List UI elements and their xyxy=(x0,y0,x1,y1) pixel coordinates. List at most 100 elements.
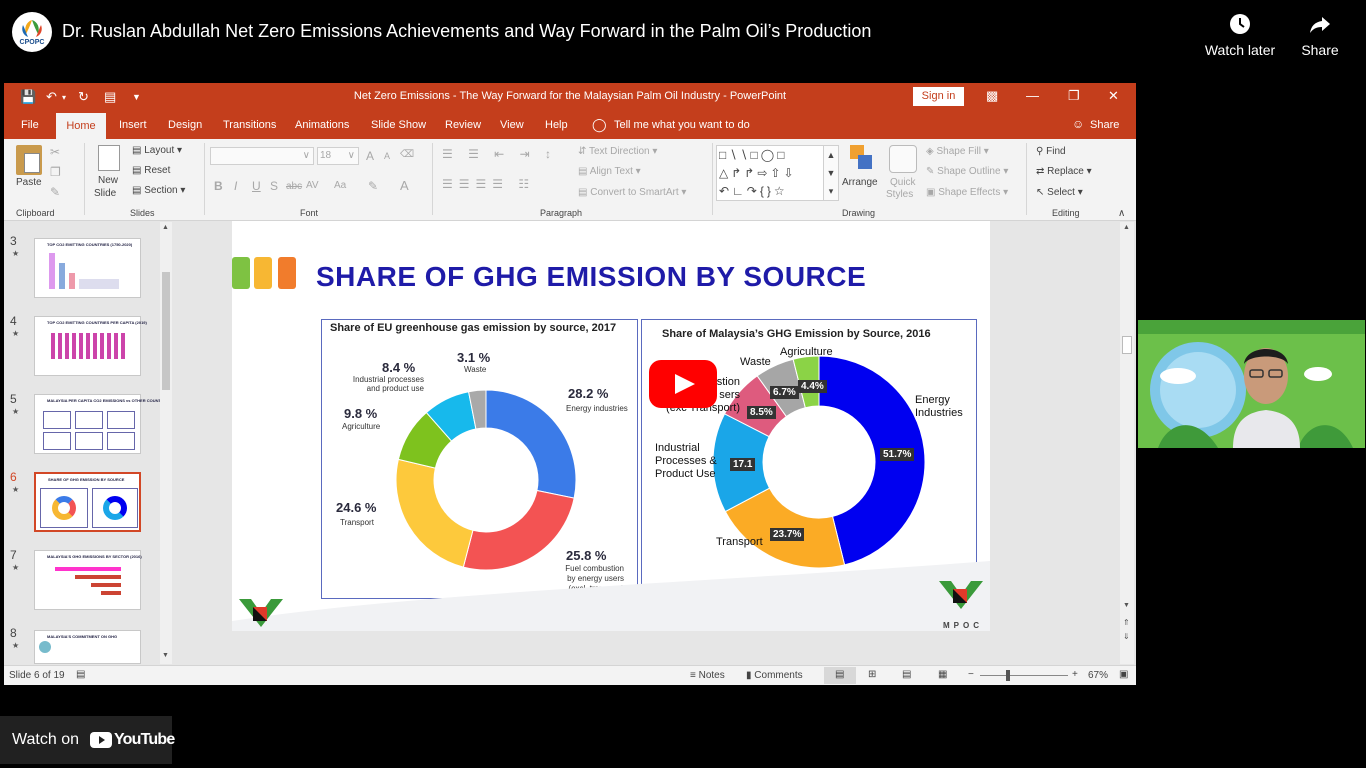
slide-thumbnail-4[interactable]: TOP CO2 EMITTING COUNTRIES PER CAPITA (2… xyxy=(34,316,147,376)
share-button[interactable]: Share xyxy=(1280,12,1360,58)
font-size-select[interactable]: 18 ∨ xyxy=(317,147,359,165)
shadow-button[interactable]: S xyxy=(270,179,278,193)
bold-button[interactable]: B xyxy=(214,179,223,193)
replace-button[interactable]: ⇄ Replace ▾ xyxy=(1036,166,1092,177)
format-painter-icon[interactable]: ✎ xyxy=(50,185,60,199)
channel-logo[interactable]: CPOPC xyxy=(12,12,52,52)
ribbon-display-icon[interactable]: ▩ xyxy=(986,88,998,104)
highlight-icon[interactable]: ✎ xyxy=(368,179,378,193)
thumb-scrollbar[interactable]: ▲ ▼ xyxy=(160,222,172,664)
scroll-down-icon[interactable]: ▼ xyxy=(1123,602,1130,609)
eu-label-industrial: Industrial processes and product use xyxy=(342,375,424,393)
slide-thumbnail-3[interactable]: TOP CO2 EMITTING COUNTRIES (1750-2020) xyxy=(34,238,141,298)
notes-button[interactable]: ≡ Notes xyxy=(690,670,725,681)
text-direction-button[interactable]: ⇵ Text Direction ▾ xyxy=(578,146,657,157)
slideshow-view-icon[interactable]: ▦ xyxy=(938,669,947,680)
share-button-ppt[interactable]: Share xyxy=(1090,119,1119,131)
scroll-up-icon[interactable]: ▲ xyxy=(162,224,169,231)
scroll-thumb[interactable] xyxy=(1122,336,1132,354)
slide-thumbnail-6-selected[interactable]: SHARE OF GHG EMISSION BY SOURCE xyxy=(34,472,141,532)
slide-thumbnail-8[interactable]: MALAYSIA'S COMMITMENT ON GHG xyxy=(34,630,141,664)
font-family-select[interactable]: ∨ xyxy=(210,147,314,165)
slide-thumbnail-5[interactable]: MALAYSIA PER CAPITA CO2 EMISSIONS vs OTH… xyxy=(34,394,170,454)
minimize-icon[interactable]: — xyxy=(1026,88,1039,103)
sign-in-button[interactable]: Sign in xyxy=(913,87,964,106)
slide-scrollbar[interactable]: ▲ ▼ ⇑ ⇓ xyxy=(1120,222,1134,664)
shrink-font-button[interactable]: A xyxy=(384,151,390,161)
quick-styles-label-1[interactable]: Quick xyxy=(890,177,916,188)
select-button[interactable]: ↖ Select ▾ xyxy=(1036,187,1083,198)
reading-view-icon[interactable]: ▤ xyxy=(902,669,911,680)
font-color-button[interactable]: A xyxy=(400,178,409,193)
collapse-ribbon-icon[interactable]: ∧ xyxy=(1118,208,1125,219)
new-slide-label-2[interactable]: Slide xyxy=(94,188,116,199)
zoom-in-button[interactable]: + xyxy=(1072,669,1078,680)
arrange-icon[interactable] xyxy=(850,145,874,173)
char-spacing-button[interactable]: AV xyxy=(306,180,319,191)
arrange-button[interactable]: Arrange xyxy=(842,177,878,188)
comments-button[interactable]: ▮ Comments xyxy=(746,670,803,681)
video-title[interactable]: Dr. Ruslan Abdullah Net Zero Emissions A… xyxy=(62,21,871,42)
shape-effects-button[interactable]: ▣ Shape Effects ▾ xyxy=(926,187,1008,198)
slide-canvas[interactable]: SHARE OF GHG EMISSION BY SOURCE Share of… xyxy=(232,221,990,631)
strikethrough-button[interactable]: abc xyxy=(286,181,302,192)
normal-view-button[interactable]: ▤ xyxy=(824,667,856,684)
zoom-out-button[interactable]: − xyxy=(968,669,974,680)
paste-clipboard-icon[interactable] xyxy=(16,145,42,175)
shapes-gallery[interactable]: □∖∖□◯□ △↱↱⇨⇧⇩ ↶∟↷{}☆ xyxy=(716,145,824,201)
tab-transitions[interactable]: Transitions xyxy=(223,119,276,131)
zoom-level[interactable]: 67% xyxy=(1088,670,1108,681)
italic-button[interactable]: I xyxy=(234,179,237,193)
tab-view[interactable]: View xyxy=(500,119,524,131)
spelling-icon[interactable]: ▤ xyxy=(76,669,85,680)
tab-slide-show[interactable]: Slide Show xyxy=(371,119,426,131)
change-case-button[interactable]: Aa xyxy=(334,180,346,191)
zoom-slider-handle[interactable] xyxy=(1006,670,1010,681)
slide-thumbnail-7[interactable]: MALAYSIA'S GHG EMISSIONS BY SECTOR (2016… xyxy=(34,550,142,610)
tab-file[interactable]: File xyxy=(21,119,39,131)
tab-review[interactable]: Review xyxy=(445,119,481,131)
align-icons[interactable]: ☰☰☰☰ ☷ xyxy=(442,177,535,191)
underline-button[interactable]: U xyxy=(252,179,261,193)
scroll-thumb[interactable] xyxy=(162,272,170,390)
grow-font-button[interactable]: A xyxy=(366,149,374,163)
reset-button[interactable]: ▤ Reset xyxy=(132,165,170,176)
scroll-up-icon[interactable]: ▲ xyxy=(1123,224,1130,231)
shapes-gallery-scroll[interactable]: ▲ ▼ ▾ xyxy=(823,145,839,201)
watch-later-button[interactable]: Watch later xyxy=(1200,12,1280,58)
copy-icon[interactable]: ❐ xyxy=(50,165,61,179)
thumbnail-pane[interactable]: 3 ★ TOP CO2 EMITTING COUNTRIES (1750-202… xyxy=(4,222,172,664)
align-text-button[interactable]: ▤ Align Text ▾ xyxy=(578,166,641,177)
slide-sorter-icon[interactable]: ⊞ xyxy=(868,669,876,680)
previous-slide-icon[interactable]: ⇑ xyxy=(1123,618,1130,627)
tab-home[interactable]: Home xyxy=(56,113,106,139)
close-icon[interactable]: ✕ xyxy=(1108,88,1119,104)
shape-fill-button[interactable]: ◈ Shape Fill ▾ xyxy=(926,146,989,157)
new-slide-label-1[interactable]: New xyxy=(98,175,118,186)
scroll-down-icon[interactable]: ▼ xyxy=(162,652,169,659)
clear-format-icon[interactable]: ⌫ xyxy=(400,149,414,160)
fit-slide-icon[interactable]: ▣ xyxy=(1119,669,1128,680)
quick-styles-icon[interactable] xyxy=(889,145,917,173)
cut-icon[interactable]: ✂ xyxy=(50,145,60,159)
watch-on-youtube-button[interactable]: Watch on YouTube xyxy=(0,716,175,764)
play-button[interactable] xyxy=(649,360,717,408)
layout-button[interactable]: ▤ Layout ▾ xyxy=(132,145,182,156)
new-slide-icon[interactable] xyxy=(98,145,120,171)
restore-icon[interactable]: ❐ xyxy=(1068,88,1080,104)
find-button[interactable]: ⚲ Find xyxy=(1036,146,1066,157)
shape-outline-button[interactable]: ✎ Shape Outline ▾ xyxy=(926,166,1008,177)
section-button[interactable]: ▤ Section ▾ xyxy=(132,185,185,196)
next-slide-icon[interactable]: ⇓ xyxy=(1123,632,1130,641)
quick-styles-label-2[interactable]: Styles xyxy=(886,189,913,200)
tab-help[interactable]: Help xyxy=(545,119,568,131)
tell-me-search[interactable]: Tell me what you want to do xyxy=(614,119,750,131)
tab-design[interactable]: Design xyxy=(168,119,202,131)
zoom-slider[interactable] xyxy=(980,675,1068,676)
list-icons[interactable]: ☰ ☰ ⇤ ⇥ ↕ xyxy=(442,147,557,161)
tab-insert[interactable]: Insert xyxy=(119,119,147,131)
convert-smartart-button[interactable]: ▤ Convert to SmartArt ▾ xyxy=(578,187,686,198)
paste-button[interactable]: Paste xyxy=(16,177,42,188)
video-player[interactable]: CPOPC Dr. Ruslan Abdullah Net Zero Emiss… xyxy=(0,0,1366,768)
tab-animations[interactable]: Animations xyxy=(295,119,349,131)
